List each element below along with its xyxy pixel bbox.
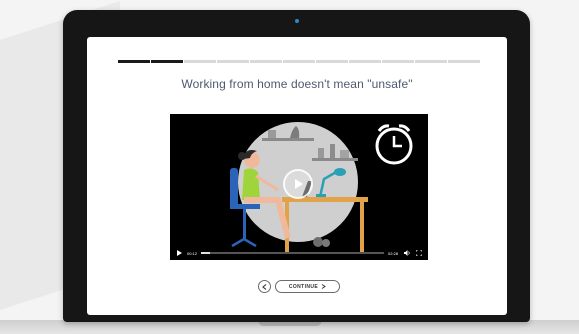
chair-back bbox=[230, 168, 238, 208]
volume-icon bbox=[404, 250, 410, 256]
laptop-frame: Working from home doesn't mean "unsafe" bbox=[63, 10, 530, 322]
person-hair-bun bbox=[238, 152, 246, 160]
lesson-progress-tick bbox=[216, 60, 217, 63]
shelf-item bbox=[340, 150, 349, 158]
desk-lamp-base bbox=[316, 194, 326, 197]
video-controls: 00:12 02:28 bbox=[170, 246, 428, 260]
lesson-title: Working from home doesn't mean "unsafe" bbox=[181, 77, 413, 91]
back-button[interactable] bbox=[258, 280, 271, 293]
shelf-upper bbox=[262, 138, 314, 141]
alarm-clock-icon bbox=[375, 124, 413, 165]
shelf-item bbox=[318, 148, 324, 158]
lesson-progress-tick bbox=[348, 60, 349, 63]
lesson-progress-tick bbox=[315, 60, 316, 63]
shelf-lower bbox=[312, 158, 358, 161]
chair-seat bbox=[230, 204, 260, 209]
lesson-progress-tick bbox=[249, 60, 250, 63]
lesson-progress-tick bbox=[150, 60, 151, 63]
fullscreen-icon bbox=[416, 250, 422, 256]
seek-bar[interactable] bbox=[201, 252, 384, 254]
total-time: 02:28 bbox=[387, 250, 398, 256]
lesson-progress-tick bbox=[183, 60, 184, 63]
desk-leg bbox=[360, 202, 364, 252]
lesson-progress-tick bbox=[381, 60, 382, 63]
lesson-progress-tick bbox=[480, 60, 481, 63]
shelf-box bbox=[268, 130, 276, 138]
elapsed-time: 00:12 bbox=[187, 250, 198, 256]
chevron-left-icon bbox=[262, 283, 267, 290]
lesson-progress-ticks bbox=[117, 60, 481, 63]
play-overlay-button[interactable] bbox=[283, 169, 313, 199]
lesson-progress-bar bbox=[117, 60, 481, 63]
play-icon bbox=[295, 179, 303, 189]
lesson-progress-tick bbox=[414, 60, 415, 63]
desk-lamp-head bbox=[334, 168, 346, 176]
chair-post bbox=[243, 209, 246, 239]
video-player[interactable]: 00:12 02:28 bbox=[170, 114, 428, 260]
continue-button-label: CONTINUE bbox=[288, 283, 319, 290]
fullscreen-button[interactable] bbox=[414, 250, 424, 256]
chevron-right-icon bbox=[321, 284, 327, 289]
chair-base bbox=[231, 237, 257, 248]
lesson-screen: Working from home doesn't mean "unsafe" bbox=[87, 37, 507, 315]
play-button[interactable] bbox=[174, 250, 184, 256]
lesson-navigation: CONTINUE bbox=[87, 280, 507, 294]
lesson-progress-tick bbox=[282, 60, 283, 63]
lesson-progress-tick bbox=[117, 60, 118, 63]
play-icon bbox=[176, 250, 182, 256]
shelf-item bbox=[330, 144, 335, 158]
seek-bar-played bbox=[201, 252, 211, 254]
person-shirt bbox=[242, 168, 260, 200]
webcam-indicator bbox=[295, 19, 299, 23]
volume-button[interactable] bbox=[402, 250, 412, 256]
continue-button[interactable]: CONTINUE bbox=[275, 280, 340, 293]
lesson-progress-tick bbox=[447, 60, 448, 63]
